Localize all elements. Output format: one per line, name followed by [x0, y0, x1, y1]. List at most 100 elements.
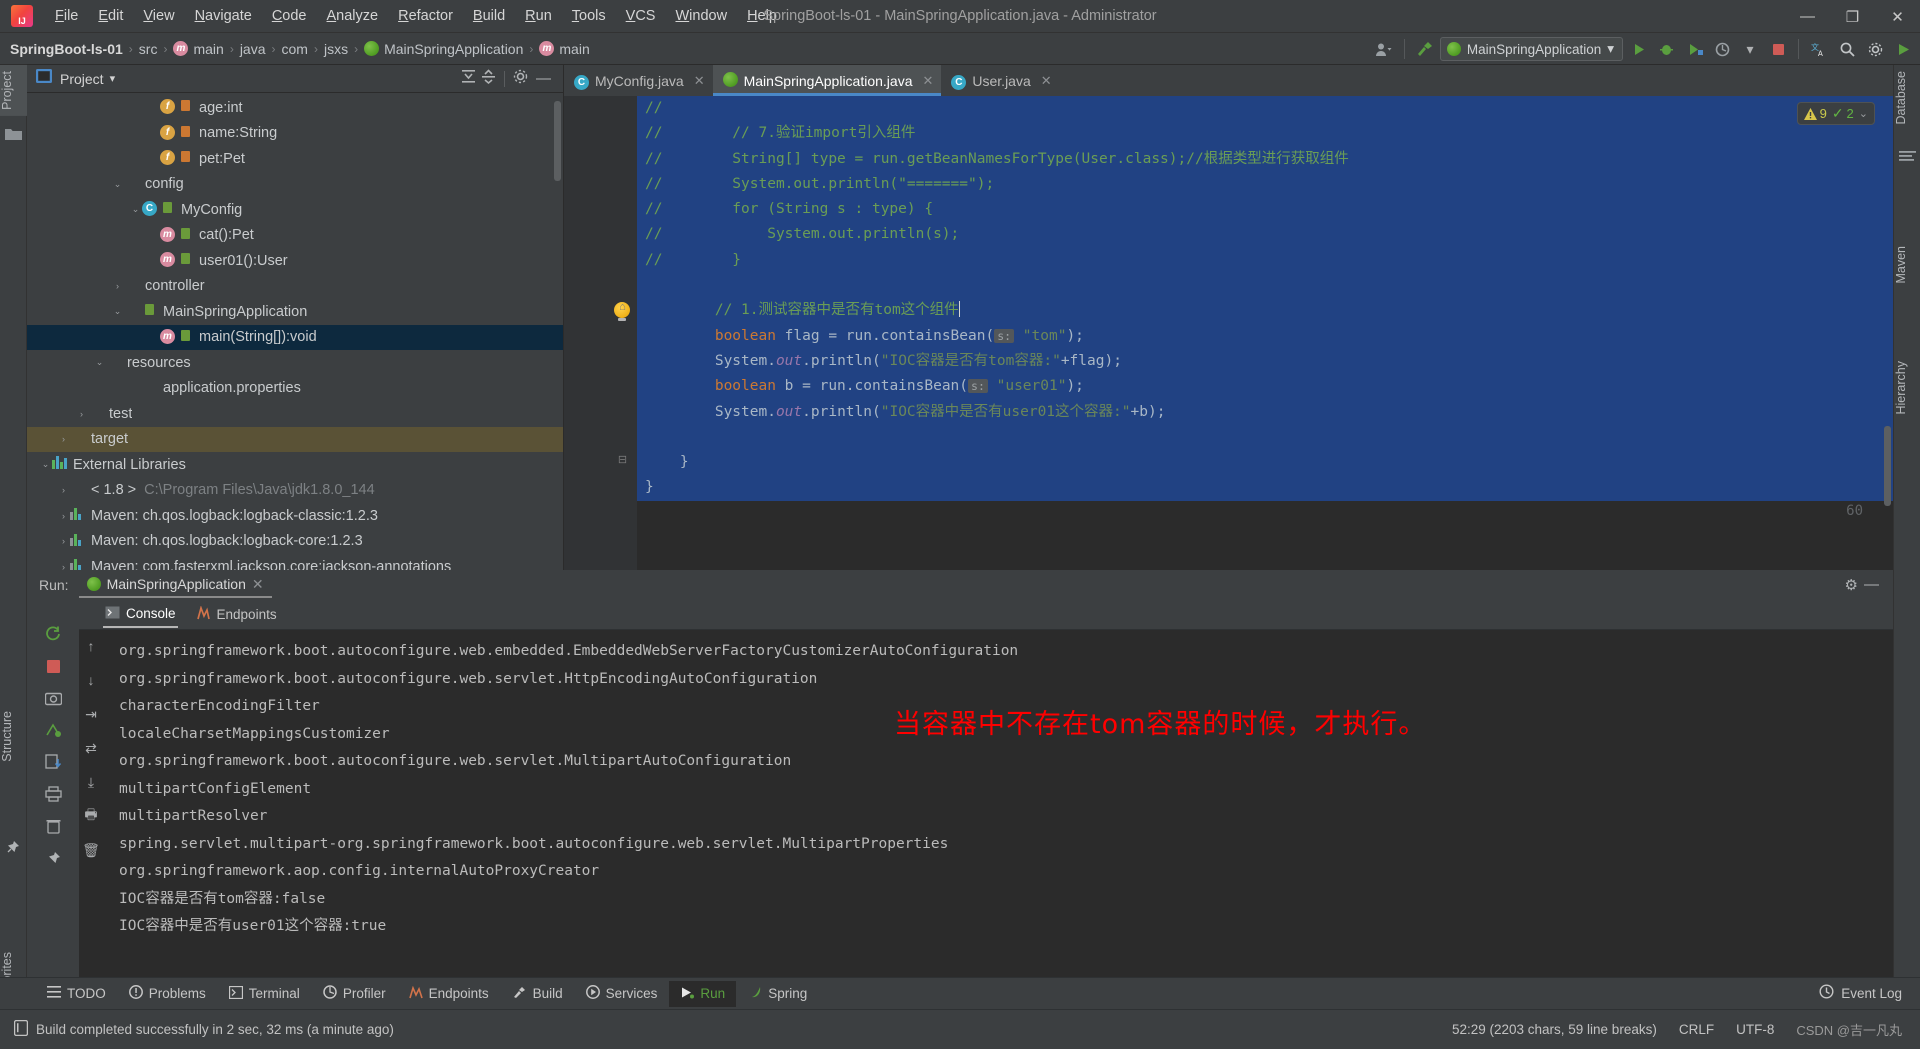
tree-item-maven-ch-qos-logback-logback-core-1-2-3[interactable]: › Maven: ch.qos.logback:logback-core:1.2.… [27, 529, 563, 555]
close-icon[interactable]: ✕ [694, 73, 705, 89]
search-icon[interactable] [1834, 36, 1860, 62]
menu-run[interactable]: Run [515, 6, 562, 26]
tree-item-age-int[interactable]: f age:int [27, 95, 563, 121]
tool-window-services[interactable]: Services [575, 980, 669, 1007]
chevron-right-icon[interactable]: › [57, 511, 70, 521]
code-line[interactable]: System.out.println("IOC容器中是否有user01这个容器:… [637, 399, 1893, 425]
tree-item-application-properties[interactable]: application.properties [27, 376, 563, 402]
chevron-right-icon[interactable]: › [111, 281, 124, 291]
breadcrumb-java[interactable]: java [240, 41, 266, 57]
menu-refactor[interactable]: Refactor [388, 6, 463, 26]
chevron-down-icon[interactable]: ⌄ [1859, 107, 1868, 120]
code-editor[interactable]: 444546474849505152⌂535455565758⊟5960 ///… [564, 96, 1893, 570]
soft-wrap-icon[interactable]: ⇥ [81, 704, 101, 724]
tree-item-resources[interactable]: ⌄ resources [27, 350, 563, 376]
user-icon[interactable] [1371, 36, 1397, 62]
event-log-button[interactable]: Event Log [1819, 977, 1902, 1009]
run-button[interactable] [1625, 36, 1651, 62]
pin-icon[interactable] [43, 848, 63, 868]
chevron-right-icon[interactable]: › [75, 409, 88, 419]
editor-tab-myconfig-java[interactable]: C MyConfig.java ✕ [564, 65, 713, 96]
tree-item-maven-ch-qos-logback-logback-classic-1-2-3[interactable]: › Maven: ch.qos.logback:logback-classic:1… [27, 503, 563, 529]
folder-icon[interactable] [5, 127, 22, 144]
console-output[interactable]: org.springframework.boot.autoconfigure.w… [103, 630, 1893, 1010]
chevron-right-icon[interactable]: › [57, 434, 70, 444]
code-line[interactable]: } [637, 450, 1893, 476]
menu-code[interactable]: Code [262, 6, 317, 26]
tree-item-user01-user[interactable]: m user01():User [27, 248, 563, 274]
tree-item-mainspringapplication[interactable]: ⌄ MainSpringApplication [27, 299, 563, 325]
run-configuration-selector[interactable]: MainSpringApplication ▾ [1439, 37, 1623, 61]
code-line[interactable]: // String[] type = run.getBeanNamesForTy… [637, 146, 1893, 172]
menu-window[interactable]: Window [665, 6, 737, 26]
maximize-button[interactable]: ❐ [1830, 0, 1875, 33]
tree-item-name-string[interactable]: f name:String [27, 121, 563, 147]
tree-item-myconfig[interactable]: ⌄ C MyConfig [27, 197, 563, 223]
run-config-tab[interactable]: MainSpringApplication ✕ [78, 573, 272, 598]
scroll-down-icon[interactable]: ↓ [81, 670, 101, 690]
code-line[interactable] [637, 501, 1893, 526]
code-line[interactable] [637, 273, 1893, 299]
project-tree-scrollbar[interactable] [554, 101, 561, 181]
rerun-icon[interactable] [43, 624, 63, 644]
pin-icon[interactable] [5, 840, 22, 857]
code-line[interactable]: boolean b = run.containsBean(s: "user01"… [637, 374, 1893, 400]
chevron-right-icon[interactable]: › [57, 536, 70, 546]
menu-edit[interactable]: Edit [88, 6, 133, 26]
thread-dump-icon[interactable] [43, 720, 63, 740]
caret-position[interactable]: 52:29 (2203 chars, 59 line breaks) [1452, 1022, 1657, 1037]
export-icon[interactable] [43, 752, 63, 772]
screenshot-icon[interactable] [43, 688, 63, 708]
run-with-coverage-button[interactable] [1681, 36, 1707, 62]
tool-window-run[interactable]: Run [669, 980, 737, 1007]
code-fold-icon[interactable]: ⊟ [617, 453, 628, 466]
stop-icon[interactable] [43, 656, 63, 676]
tree-item-maven-com-fasterxml-jackson-core-jackson-annotations[interactable]: › Maven: com.fasterxml.jackson.core:jacks… [27, 554, 563, 570]
menu-tools[interactable]: Tools [562, 6, 616, 26]
breadcrumb-mainspringapplication[interactable]: MainSpringApplication [364, 41, 523, 57]
menu-vcs[interactable]: VCS [616, 6, 666, 26]
print-console-icon[interactable]: 🖶 [81, 806, 101, 826]
sidebar-tab-maven[interactable]: Maven [1894, 240, 1920, 290]
chevron-down-icon[interactable]: ⌄ [111, 306, 124, 317]
code-line[interactable]: // System.out.println("======="); [637, 171, 1893, 198]
chevron-down-icon[interactable]: ⌄ [39, 459, 52, 470]
scroll-to-end-icon[interactable]: ⇄ [81, 738, 101, 758]
collapse-all-icon[interactable] [480, 68, 497, 90]
run-subtab-endpoints[interactable]: Endpoints [194, 602, 279, 627]
file-encoding[interactable]: UTF-8 [1736, 1022, 1774, 1037]
code-line[interactable]: // // 7.验证import引入组件 [637, 121, 1893, 147]
tree-item-external-libraries[interactable]: ⌄ External Libraries [27, 452, 563, 478]
tree-item-controller[interactable]: › controller [27, 274, 563, 300]
line-separator[interactable]: CRLF [1679, 1022, 1714, 1037]
tree-item-cat-pet[interactable]: m cat():Pet [27, 223, 563, 249]
minimize-button[interactable]: — [1785, 0, 1830, 33]
hide-panel-icon[interactable]: — [532, 70, 555, 87]
profiler-button[interactable] [1709, 36, 1735, 62]
gear-icon[interactable]: ⚙ [1845, 576, 1858, 594]
menu-help[interactable]: Help [737, 6, 787, 26]
attach-dropdown-icon[interactable]: ▾ [1737, 36, 1763, 62]
tree-item-config[interactable]: ⌄ config [27, 172, 563, 198]
build-hammer-icon[interactable] [1412, 36, 1438, 62]
code-line[interactable]: // 1.测试容器中是否有tom这个组件 [637, 298, 1893, 324]
close-icon[interactable]: ✕ [252, 576, 264, 593]
tree-item-pet-pet[interactable]: f pet:Pet [27, 146, 563, 172]
menu-build[interactable]: Build [463, 6, 515, 26]
chevron-down-icon[interactable]: ⌄ [129, 204, 142, 215]
tool-window-problems[interactable]: Problems [118, 980, 217, 1007]
editor-gutter[interactable] [564, 96, 637, 570]
menu-file[interactable]: File [45, 6, 88, 26]
editor-tab-mainspringapplication-java[interactable]: MainSpringApplication.java ✕ [712, 65, 942, 96]
code-line[interactable]: // System.out.println(s); [637, 222, 1893, 248]
code-line[interactable]: // } [637, 247, 1893, 274]
translate-icon[interactable]: 文A [1806, 36, 1832, 62]
sidebar-tab-structure[interactable]: Structure [0, 705, 27, 768]
breadcrumb-main[interactable]: m main [539, 41, 590, 57]
editor-scrollbar[interactable] [1884, 426, 1891, 506]
breadcrumb-com[interactable]: com [282, 41, 308, 57]
close-button[interactable]: ✕ [1875, 0, 1920, 33]
project-tree[interactable]: f age:int f name:String f pet:Pet ⌄ config ⌄ C MyC… [27, 93, 563, 570]
tree-item-main-string-void[interactable]: m main(String[]):void [27, 324, 563, 350]
code-line[interactable]: System.out.println("IOC容器是否有tom容器:"+flag… [637, 348, 1893, 375]
